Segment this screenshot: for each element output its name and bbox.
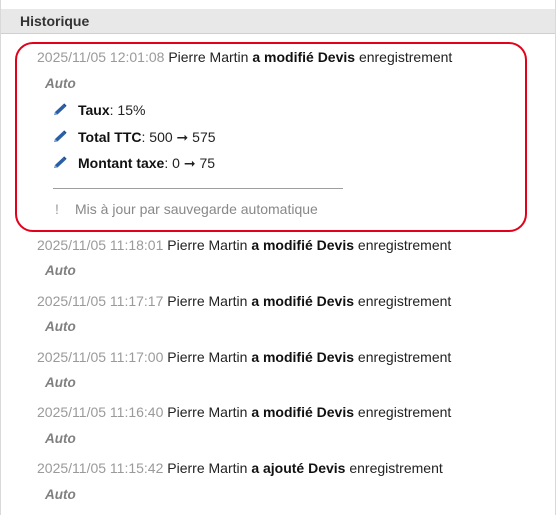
entry-timestamp: 2025/11/05 11:18:01 (37, 237, 164, 253)
change-value: : 15% (109, 102, 146, 118)
history-entry[interactable]: 2025/11/05 12:01:08 Pierre Martin a modi… (37, 49, 452, 65)
entry-user: Pierre Martin (167, 404, 248, 420)
entry-object: enregistrement (357, 237, 452, 253)
pencil-icon (54, 130, 67, 142)
entry-action: a ajouté Devis (251, 460, 346, 476)
arrow-right-icon: ➞ (176, 129, 189, 145)
change-field: Total TTC (78, 129, 142, 145)
entry-object: enregistrement (357, 349, 452, 365)
entry-action: a modifié Devis (251, 404, 355, 420)
history-entry[interactable]: 2025/11/05 11:18:01 Pierre Martin a modi… (37, 237, 451, 253)
entry-source: Auto (45, 76, 76, 91)
entry-object: enregistrement (349, 460, 443, 476)
entry-source: Auto (45, 487, 76, 502)
pencil-icon (54, 156, 67, 168)
change-from: : 0 (164, 155, 180, 171)
history-entry[interactable]: 2025/11/05 11:16:40 Pierre Martin a modi… (37, 404, 451, 420)
panel-header: Historique (1, 9, 555, 34)
note-text: Mis à jour par sauvegarde automatique (75, 201, 318, 217)
entry-note: ! Mis à jour par sauvegarde automatique (50, 201, 318, 217)
history-entry[interactable]: 2025/11/05 11:17:17 Pierre Martin a modi… (37, 293, 451, 309)
panel-title: Historique (20, 13, 90, 29)
entry-action: a modifié Devis (252, 49, 356, 65)
change-field: Taux (78, 102, 110, 118)
change-item: Montant taxe: 0 ➞ 75 (52, 155, 215, 172)
entry-timestamp: 2025/11/05 11:16:40 (37, 404, 164, 420)
history-entry[interactable]: 2025/11/05 11:17:00 Pierre Martin a modi… (37, 349, 451, 365)
arrow-right-icon: ➞ (183, 155, 196, 171)
entry-user: Pierre Martin (167, 237, 248, 253)
entry-timestamp: 2025/11/05 12:01:08 (37, 49, 165, 65)
entry-object: enregistrement (357, 404, 452, 420)
entry-timestamp: 2025/11/05 11:15:42 (37, 460, 164, 476)
entry-source: Auto (45, 319, 76, 334)
change-to: 575 (192, 129, 216, 145)
entry-user: Pierre Martin (168, 49, 249, 65)
entry-action: a modifié Devis (251, 293, 355, 309)
change-to: 75 (199, 155, 216, 171)
entry-timestamp: 2025/11/05 11:17:17 (37, 293, 164, 309)
entry-source: Auto (45, 431, 76, 446)
change-field: Montant taxe (78, 155, 165, 171)
entry-action: a modifié Devis (251, 237, 355, 253)
entry-timestamp: 2025/11/05 11:17:00 (37, 349, 164, 365)
pencil-icon (54, 103, 67, 115)
change-item: Total TTC: 500 ➞ 575 (52, 129, 216, 146)
entry-source: Auto (45, 375, 76, 390)
change-item: Taux: 15% (52, 102, 145, 118)
history-entry[interactable]: 2025/11/05 11:15:42 Pierre Martin a ajou… (37, 460, 443, 476)
history-panel: Historique 2025/11/05 12:01:08 Pierre Ma… (0, 0, 556, 515)
entry-object: enregistrement (358, 49, 453, 65)
entry-action: a modifié Devis (251, 349, 355, 365)
entry-source: Auto (45, 263, 76, 278)
entry-user: Pierre Martin (167, 293, 248, 309)
exclamation-icon: ! (55, 201, 59, 217)
entry-object: enregistrement (357, 293, 452, 309)
change-from: : 500 (141, 129, 173, 145)
entry-user: Pierre Martin (167, 349, 248, 365)
divider (53, 188, 343, 189)
entry-user: Pierre Martin (167, 460, 248, 476)
